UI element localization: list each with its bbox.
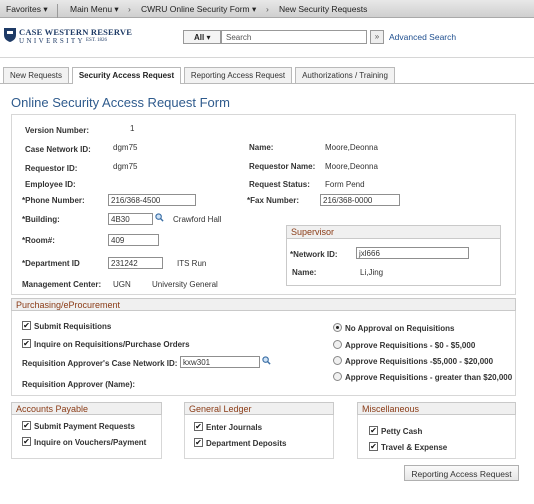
breadcrumb-cwru-security-form[interactable]: CWRU Online Security Form ▾ bbox=[141, 4, 256, 15]
search-input[interactable]: Search bbox=[221, 30, 367, 44]
accounts-payable-header: Accounts Payable bbox=[11, 402, 162, 415]
submit-requisitions-label: Submit Requisitions bbox=[34, 322, 112, 331]
page-title: Online Security Access Request Form bbox=[11, 95, 230, 110]
version-value: 1 bbox=[130, 124, 135, 133]
radio-approve-5000-20000-label: Approve Requisitions -$5,000 - $20,000 bbox=[345, 357, 494, 366]
university-logo: CASE WESTERN RESERVE UNIVERSITY EST. 182… bbox=[3, 24, 132, 48]
radio-approve-over-20000[interactable] bbox=[333, 372, 342, 381]
inquire-vouchers-label: Inquire on Vouchers/Payment bbox=[34, 438, 147, 447]
tab-new-requests[interactable]: New Requests bbox=[3, 67, 69, 83]
favorites-label: Favorites bbox=[6, 4, 41, 14]
department-id-label: *Department ID bbox=[22, 259, 80, 268]
supervisor-network-id-label: *Network ID: bbox=[290, 250, 338, 259]
department-name: ITS Run bbox=[177, 259, 207, 268]
department-deposits-label: Department Deposits bbox=[206, 439, 287, 448]
divider bbox=[57, 4, 58, 18]
radio-approve-0-5000-label: Approve Requisitions - $0 - $5,000 bbox=[345, 341, 476, 350]
breadcrumb-new-security-requests[interactable]: New Security Requests bbox=[279, 4, 367, 14]
building-input[interactable]: 4B30 bbox=[108, 213, 153, 225]
purchasing-header: Purchasing/eProcurement bbox=[11, 298, 516, 311]
approver-network-id-input[interactable]: kxw301 bbox=[180, 356, 260, 368]
submit-payment-requests-label: Submit Payment Requests bbox=[34, 422, 135, 431]
department-id-input[interactable]: 231242 bbox=[108, 257, 163, 269]
tab-authorizations-training[interactable]: Authorizations / Training bbox=[295, 67, 395, 83]
search-go-icon[interactable]: » bbox=[370, 30, 384, 44]
management-center-name: University General bbox=[152, 280, 218, 289]
logo-est: EST. 1826 bbox=[86, 38, 108, 43]
logo-line-2: UNIVERSITY bbox=[19, 37, 85, 45]
enter-journals-label: Enter Journals bbox=[206, 423, 263, 432]
room-input[interactable]: 409 bbox=[108, 234, 159, 246]
inquire-requisitions-label: Inquire on Requisitions/Purchase Orders bbox=[34, 340, 190, 349]
main-menu-label: Main Menu bbox=[70, 4, 113, 14]
travel-expense-checkbox[interactable]: ✔ bbox=[369, 442, 378, 451]
shield-icon bbox=[4, 28, 16, 42]
requestor-name-value: Moore,Deonna bbox=[325, 162, 378, 171]
search-icon[interactable] bbox=[155, 213, 164, 222]
requestor-id-label: Requestor ID: bbox=[25, 164, 78, 173]
version-label: Version Number: bbox=[25, 126, 90, 135]
management-center-code: UGN bbox=[113, 280, 131, 289]
radio-approve-0-5000[interactable] bbox=[333, 340, 342, 349]
requestor-name-label: Requestor Name: bbox=[249, 162, 316, 171]
radio-approve-over-20000-label: Approve Requisitions - greater than $20,… bbox=[345, 373, 513, 382]
submit-payment-requests-checkbox[interactable]: ✔ bbox=[22, 421, 31, 430]
fax-label: *Fax Number: bbox=[247, 196, 300, 205]
advanced-search-link[interactable]: Advanced Search bbox=[389, 32, 456, 42]
request-status-value: Form Pend bbox=[325, 180, 365, 189]
inquire-vouchers-checkbox[interactable]: ✔ bbox=[22, 437, 31, 446]
supervisor-network-id-input[interactable]: jxl666 bbox=[356, 247, 469, 259]
travel-expense-label: Travel & Expense bbox=[381, 443, 448, 452]
petty-cash-checkbox[interactable]: ✔ bbox=[369, 426, 378, 435]
inquire-requisitions-checkbox[interactable]: ✔ bbox=[22, 339, 31, 348]
management-center-label: Management Center: bbox=[22, 280, 102, 289]
reporting-access-request-button[interactable]: Reporting Access Request bbox=[404, 465, 519, 481]
logo-line-1: CASE WESTERN RESERVE bbox=[19, 27, 133, 37]
main-menu[interactable]: Main Menu ▾ bbox=[70, 4, 119, 15]
tab-reporting-access-request[interactable]: Reporting Access Request bbox=[184, 67, 292, 83]
top-nav-bar: Favorites ▾ Main Menu ▾ › CWRU Online Se… bbox=[0, 0, 534, 18]
general-ledger-header: General Ledger bbox=[184, 402, 334, 415]
requestor-id-value: dgm75 bbox=[113, 162, 138, 171]
favorites-menu[interactable]: Favorites ▾ bbox=[6, 4, 48, 15]
miscellaneous-header: Miscellaneous bbox=[357, 402, 516, 415]
building-name: Crawford Hall bbox=[173, 215, 222, 224]
radio-no-approval[interactable] bbox=[333, 323, 342, 332]
employee-id-label: Employee ID: bbox=[25, 180, 76, 189]
petty-cash-label: Petty Cash bbox=[381, 427, 423, 436]
breadcrumb-separator: › bbox=[266, 4, 269, 14]
supervisor-name-label: Name: bbox=[292, 268, 317, 277]
phone-label: *Phone Number: bbox=[22, 196, 85, 205]
name-value: Moore,Deonna bbox=[325, 143, 378, 152]
search-scope-value: All bbox=[194, 33, 205, 42]
supervisor-name-value: Li,Jing bbox=[360, 268, 384, 277]
approver-name-label: Requisition Approver (Name): bbox=[22, 380, 136, 389]
search-scope-select[interactable]: All ▾ bbox=[183, 30, 221, 44]
radio-no-approval-label: No Approval on Requisitions bbox=[345, 324, 455, 333]
building-label: *Building: bbox=[22, 215, 60, 224]
network-id-value: dgm75 bbox=[113, 143, 138, 152]
name-label: Name: bbox=[249, 143, 274, 152]
breadcrumb-label: CWRU Online Security Form bbox=[141, 4, 250, 14]
breadcrumb-separator: › bbox=[128, 4, 131, 14]
request-status-label: Request Status: bbox=[249, 180, 310, 189]
network-id-label: Case Network ID: bbox=[25, 145, 91, 154]
enter-journals-checkbox[interactable]: ✔ bbox=[194, 422, 203, 431]
fax-input[interactable]: 216/368-0000 bbox=[320, 194, 400, 206]
approver-network-id-label: Requisition Approver's Case Network ID: bbox=[22, 359, 178, 368]
supervisor-header: Supervisor bbox=[286, 225, 501, 239]
room-label: *Room#: bbox=[22, 236, 55, 245]
radio-approve-5000-20000[interactable] bbox=[333, 356, 342, 365]
phone-input[interactable]: 216/368-4500 bbox=[108, 194, 196, 206]
submit-requisitions-checkbox[interactable]: ✔ bbox=[22, 321, 31, 330]
department-deposits-checkbox[interactable]: ✔ bbox=[194, 438, 203, 447]
search-icon[interactable] bbox=[262, 356, 271, 365]
tab-security-access-request[interactable]: Security Access Request bbox=[72, 67, 181, 84]
